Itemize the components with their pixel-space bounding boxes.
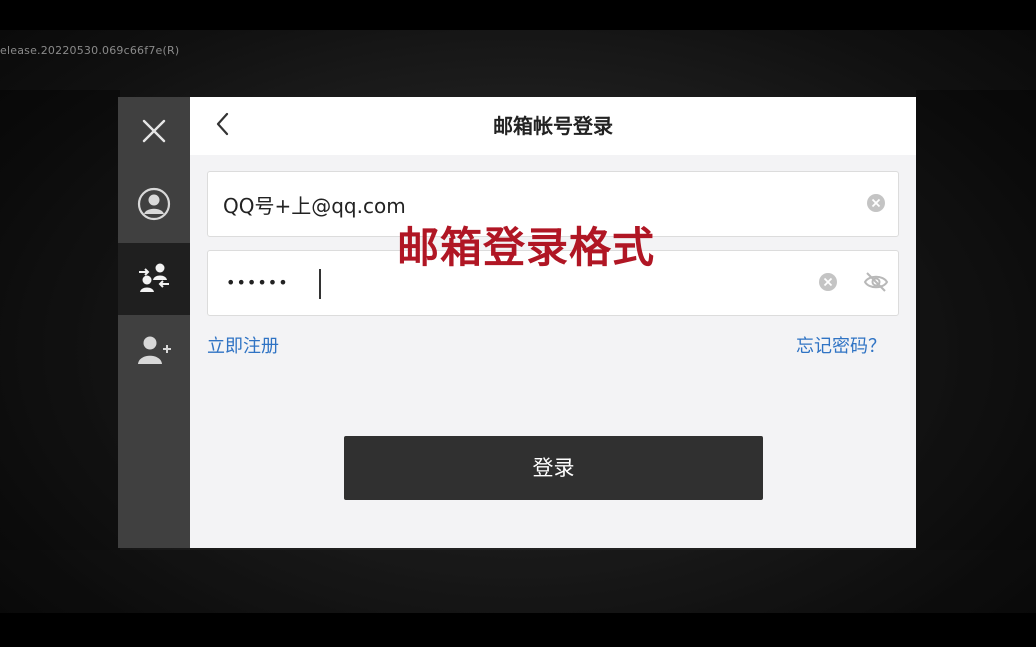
login-panel: 邮箱帐号登录 QQ号+上@qq.com •••••• 立即注册 忘记密码？ 登录 [190,97,916,548]
forgot-password-link[interactable]: 忘记密码？ [796,332,886,358]
email-clear-button[interactable] [866,193,886,217]
password-clear-button[interactable] [818,272,838,296]
switch-account-icon [136,260,172,298]
clear-icon [818,272,838,296]
email-field-value: QQ号+上@qq.com [223,194,406,218]
login-button[interactable]: 登录 [344,436,763,500]
register-tab[interactable] [118,316,190,388]
page-title: 邮箱帐号登录 [493,114,613,138]
background-shadow [0,90,120,550]
toggle-password-visibility-button[interactable] [863,272,889,296]
register-link[interactable]: 立即注册 [207,332,279,358]
user-icon [137,187,171,225]
panel-header: 邮箱帐号登录 [190,97,916,155]
chevron-left-icon [215,111,231,141]
background-floor [0,550,1036,613]
switch-account-tab[interactable] [118,243,190,315]
eye-off-icon [863,271,889,297]
back-button[interactable] [208,111,238,141]
side-rail [118,97,190,548]
close-icon [141,118,167,148]
account-login-tab[interactable] [118,170,190,242]
add-user-icon [136,334,172,370]
close-button[interactable] [118,97,190,169]
app-screen: elease.20220530.069c66f7e(R) 邮箱帐号登录 QQ号+… [0,0,1036,647]
clear-icon [866,193,886,217]
version-label: elease.20220530.069c66f7e(R) [0,44,180,57]
overlay-caption: 邮箱登录格式 [397,223,656,272]
text-caret [319,269,321,299]
password-field-value: •••••• [226,273,289,292]
background-shadow [916,90,1036,550]
